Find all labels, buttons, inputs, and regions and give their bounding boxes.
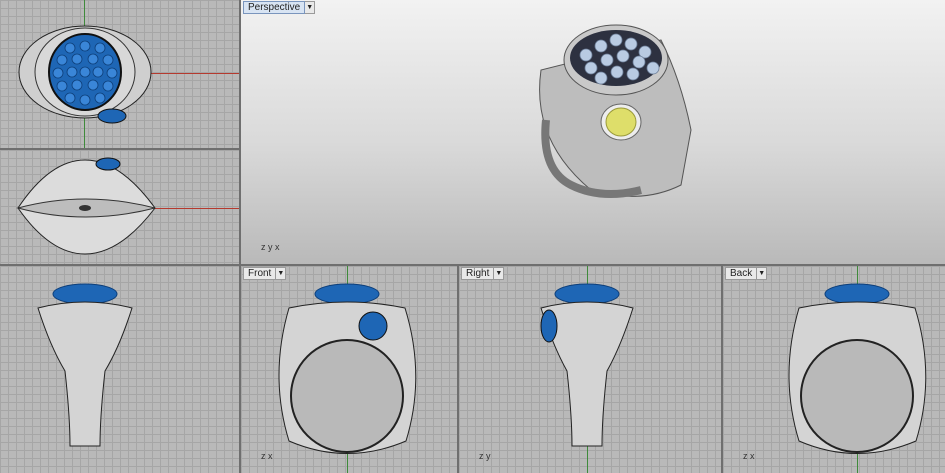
ring-front-view [278, 283, 417, 454]
viewport-side-top[interactable] [0, 150, 239, 264]
ring-top-view [18, 25, 152, 124]
ring-perspective-render [539, 24, 692, 198]
axis-x-label: x [275, 242, 280, 252]
axis-z-label: z [479, 451, 484, 461]
axis-x-label: x [750, 451, 755, 461]
ring-right-view [540, 283, 634, 447]
axis-y-label: y [268, 242, 273, 252]
axis-x-label: x [268, 451, 273, 461]
axis-z-label: z [261, 451, 266, 461]
ring-lateral-view [16, 157, 156, 255]
ring-left-view [37, 283, 133, 447]
axis-z-label: z [743, 451, 748, 461]
axis-y-label: y [486, 451, 491, 461]
ring-back-view [788, 283, 927, 454]
viewport-top[interactable] [0, 0, 239, 148]
axis-triad: z x [261, 451, 273, 461]
axis-triad: z y [479, 451, 491, 461]
viewport-left[interactable] [0, 266, 239, 473]
axis-triad: z y x [261, 242, 280, 252]
axis-z-label: z [261, 242, 266, 252]
viewport-front[interactable]: Front ▼ z x [241, 266, 457, 473]
axis-triad: z x [743, 451, 755, 461]
viewport-right[interactable]: Right ▼ z y [459, 266, 721, 473]
viewport-perspective[interactable]: Perspective ▼ z y x [241, 0, 945, 264]
viewport-back[interactable]: Back ▼ z x [723, 266, 945, 473]
